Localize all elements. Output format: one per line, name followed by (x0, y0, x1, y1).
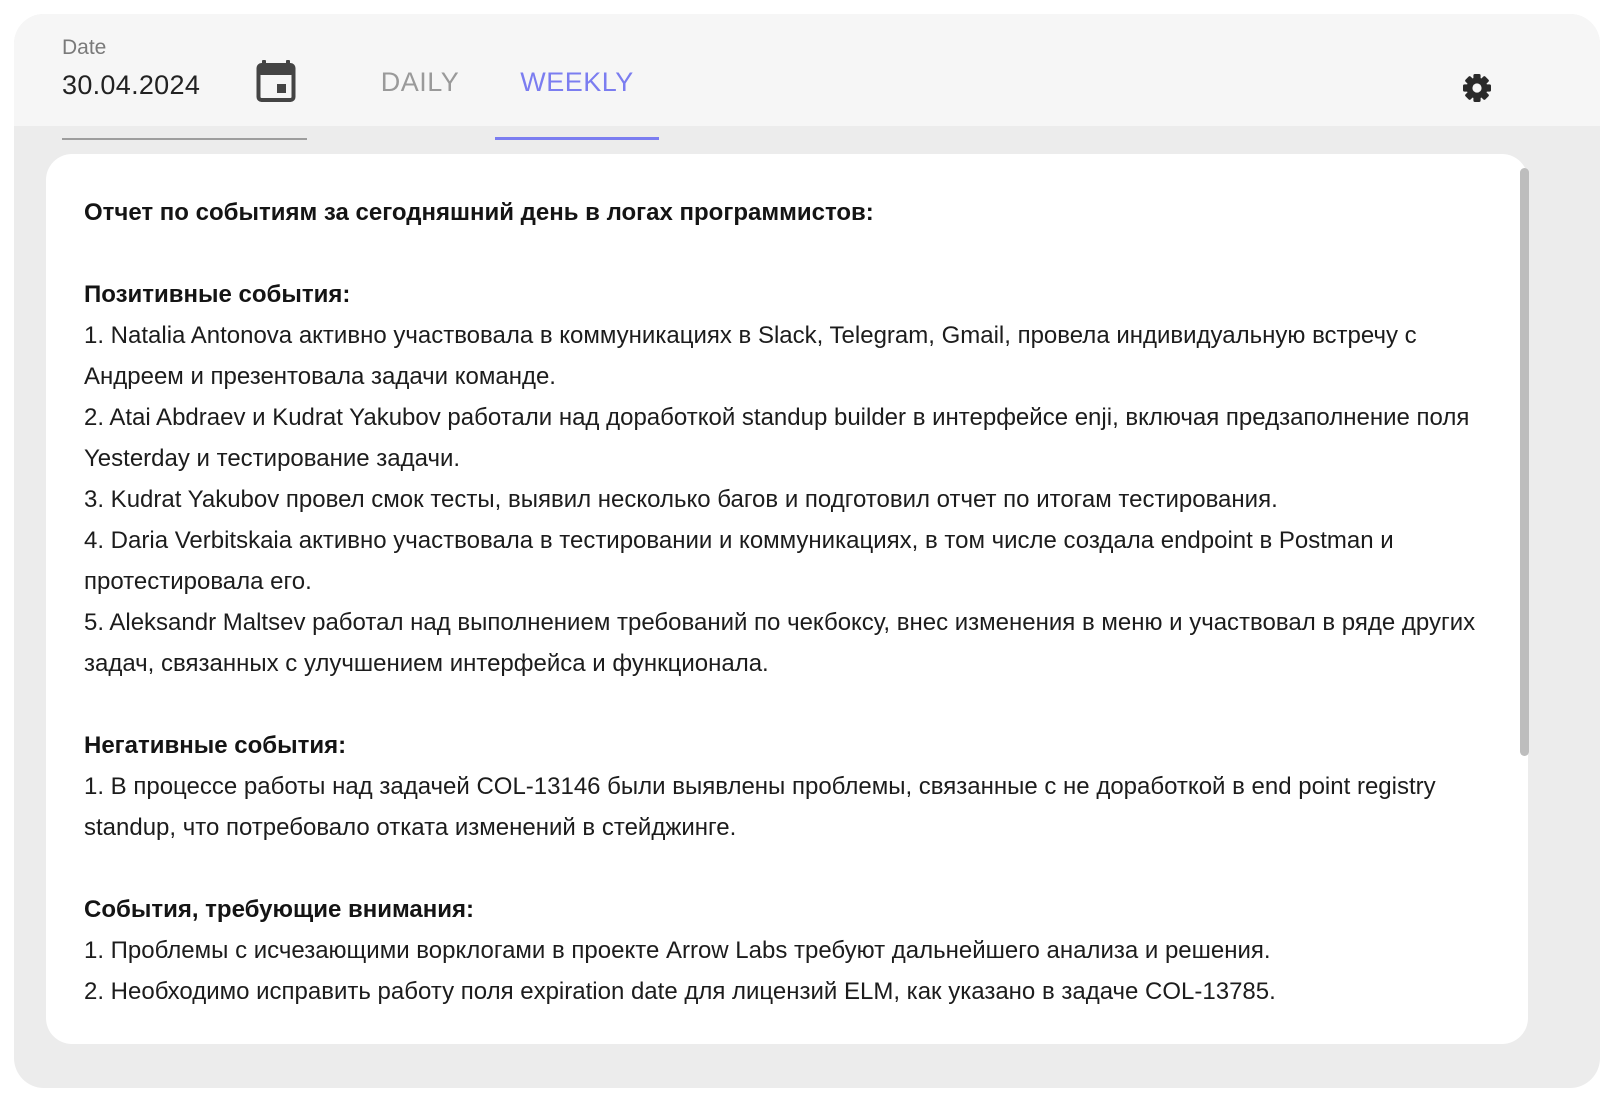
tab-daily-label: DAILY (380, 67, 460, 97)
list-item: 4. Daria Verbitskaia активно участвовала… (84, 527, 1394, 595)
tab-weekly-label: WEEKLY (520, 67, 634, 97)
section-heading-positive: Позитивные события: (84, 281, 351, 308)
tab-weekly[interactable]: WEEKLY (495, 36, 659, 140)
report-text: Отчет по событиям за сегодняшний день в … (84, 192, 1494, 1012)
scrollbar-thumb[interactable] (1520, 168, 1529, 756)
list-item: 1. Natalia Antonova активно участвовала … (84, 322, 1417, 390)
section-heading-attention: События, требующие внимания: (84, 896, 475, 923)
calendar-icon[interactable] (256, 60, 296, 104)
report-card[interactable]: Отчет по событиям за сегодняшний день в … (46, 154, 1528, 1044)
list-item: 1. В процессе работы над задачей COL-131… (84, 773, 1436, 841)
list-item: 1. Проблемы с исчезающими ворклогами в п… (84, 937, 1271, 964)
list-item: 2. Необходимо исправить работу поля expi… (84, 978, 1276, 1005)
report-title: Отчет по событиям за сегодняшний день в … (84, 199, 874, 226)
date-picker-field[interactable]: Date 30.04.2024 (62, 36, 307, 140)
date-field-value[interactable]: 30.04.2024 (62, 70, 200, 101)
tab-daily[interactable]: DAILY (360, 36, 480, 140)
list-item: 3. Kudrat Yakubov провел смок тесты, выя… (84, 486, 1278, 513)
toolbar: Date 30.04.2024 DAILY WEEKLY (14, 14, 1600, 140)
report-panel: Date 30.04.2024 DAILY WEEKLY Отчет по со… (14, 14, 1600, 1088)
list-item: 5. Aleksandr Maltsev работал над выполне… (84, 609, 1476, 677)
date-field-label: Date (62, 36, 107, 59)
list-item: 2. Atai Abdraev и Kudrat Yakubov работал… (84, 404, 1470, 472)
section-heading-negative: Негативные события: (84, 732, 347, 759)
gear-icon[interactable] (1461, 72, 1493, 104)
